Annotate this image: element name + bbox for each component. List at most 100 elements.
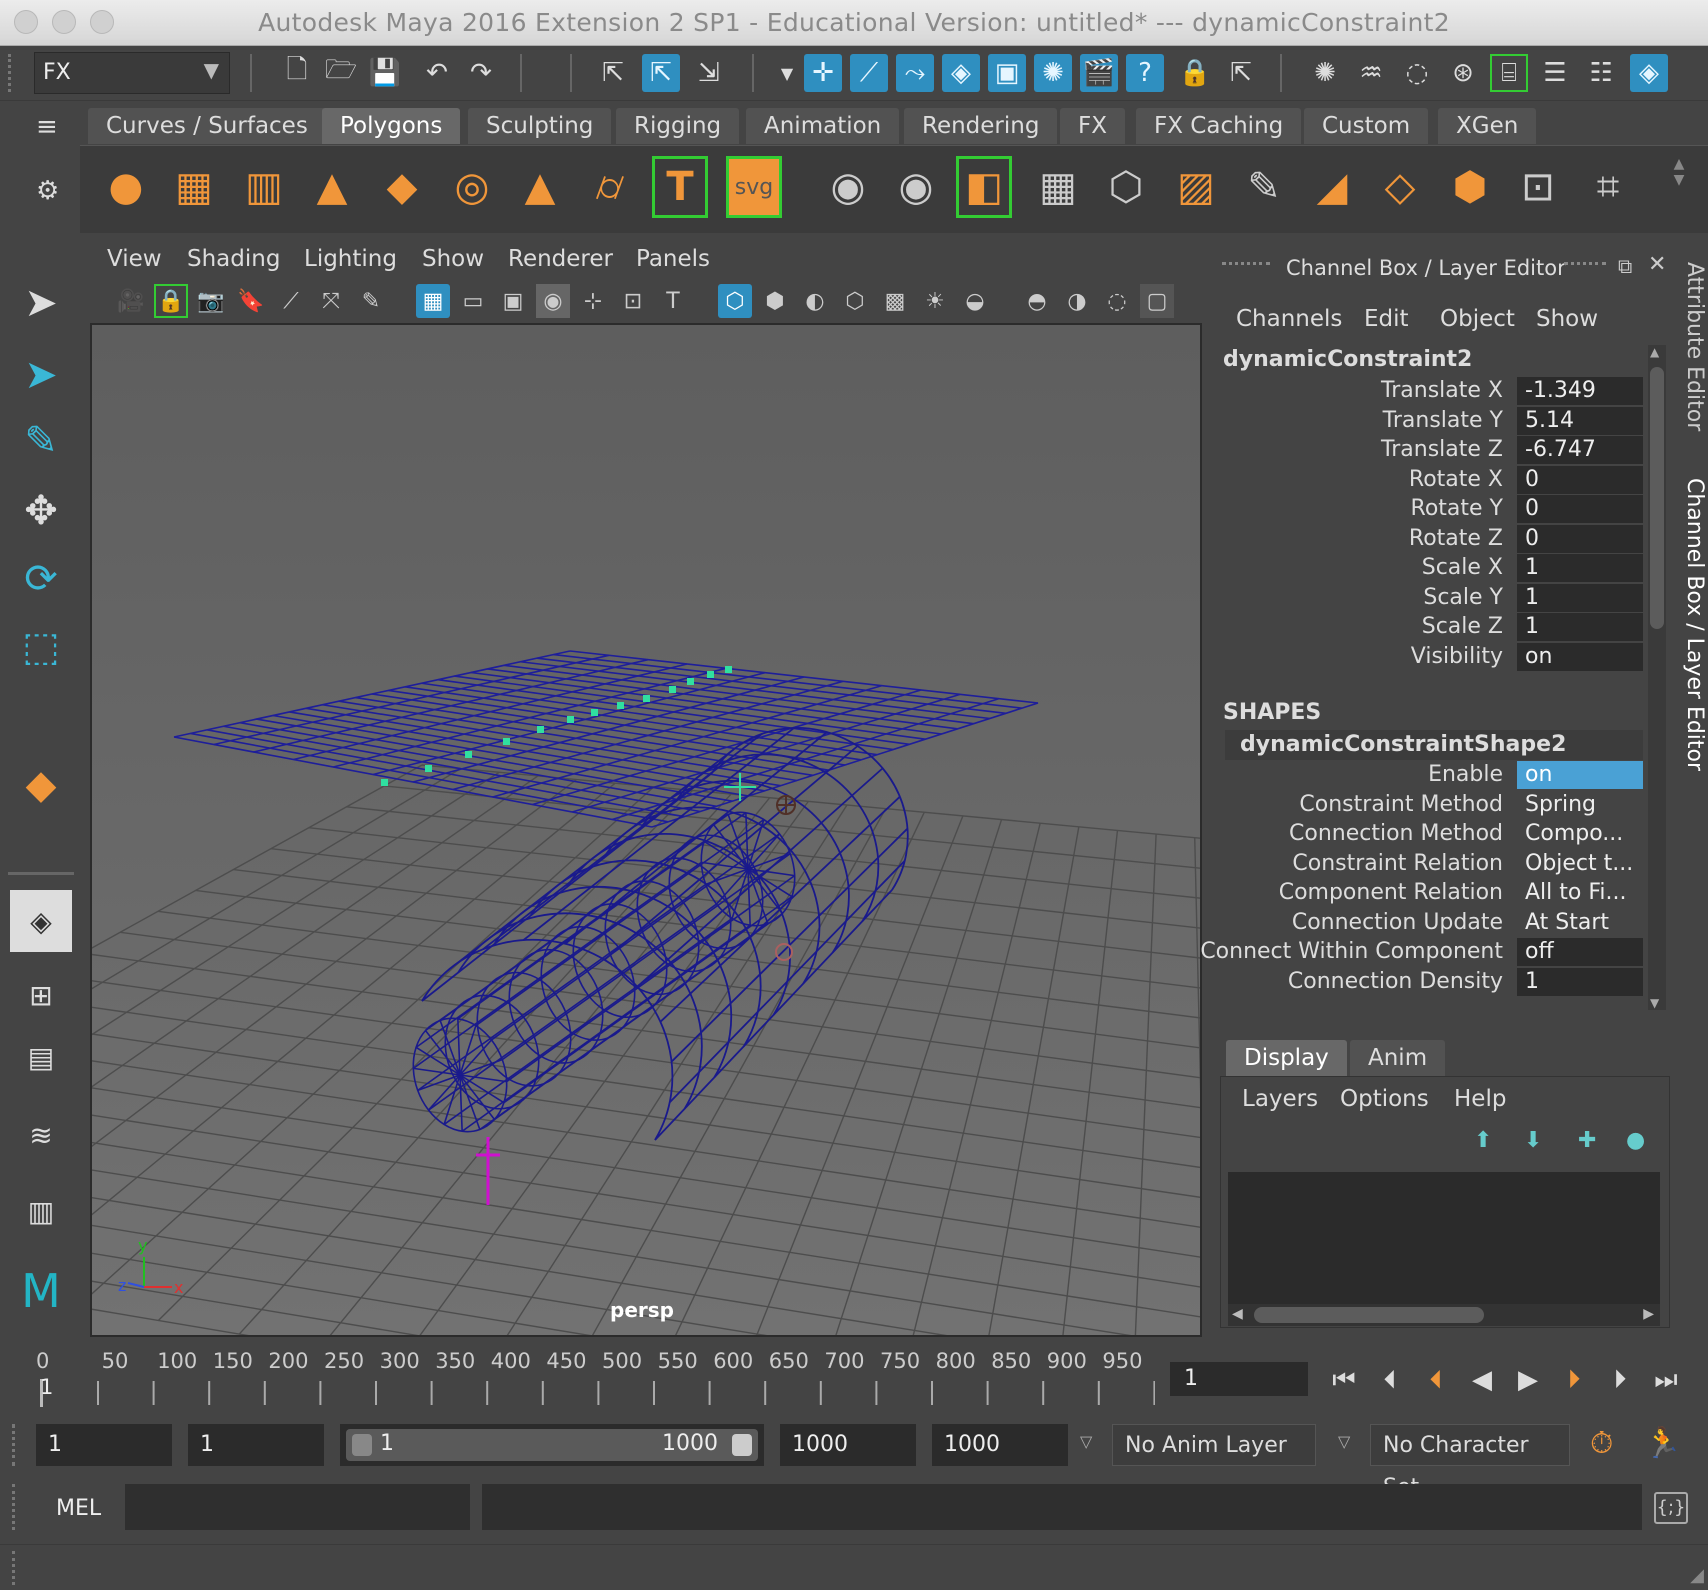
grid-icon[interactable]: ▦ <box>416 284 450 318</box>
poly-pyramid-icon[interactable]: ▲ <box>512 156 568 218</box>
step-forward-key-icon[interactable]: ⏵ <box>1554 1360 1594 1400</box>
redo-icon[interactable]: ↷ <box>462 54 500 92</box>
chevron-down-icon[interactable]: ▼ <box>768 54 806 92</box>
tab-polygons[interactable]: Polygons <box>322 108 461 144</box>
paint-select-tool-icon[interactable]: ✎ <box>10 410 72 472</box>
select-component-icon[interactable]: ⇲ <box>690 54 728 92</box>
chevron-down-icon[interactable]: ▽ <box>1338 1432 1350 1451</box>
tab-sculpting[interactable]: Sculpting <box>468 108 612 144</box>
render-current-frame-icon[interactable]: 🎬 <box>1080 54 1118 92</box>
anti-aliasing-icon[interactable]: ◌ <box>1100 284 1134 318</box>
rotate-tool-icon[interactable]: ⟳ <box>10 548 72 610</box>
float-panel-icon[interactable]: ⧉ <box>1618 254 1632 278</box>
attribute-value[interactable]: 0 <box>1517 465 1643 494</box>
tab-custom[interactable]: Custom <box>1304 108 1429 144</box>
attribute-label[interactable]: Rotate Y <box>1411 496 1503 521</box>
attribute-value[interactable]: 1 <box>1517 554 1643 582</box>
safe-action-icon[interactable]: ⊡ <box>616 284 650 318</box>
tab-anim[interactable]: Anim <box>1350 1040 1446 1076</box>
new-layer-icon[interactable]: ✚ <box>1578 1128 1596 1153</box>
chevron-down-icon[interactable]: ▽ <box>1080 1432 1092 1451</box>
tab-attribute-editor[interactable]: Attribute Editor <box>1682 262 1707 431</box>
animation-end-field[interactable]: 1000 <box>932 1424 1068 1466</box>
film-gate-icon[interactable]: ▭ <box>456 284 490 318</box>
tab-fx[interactable]: FX <box>1060 108 1125 144</box>
attribute-label[interactable]: Scale X <box>1422 555 1503 580</box>
smooth-icon[interactable]: ▦ <box>1030 156 1086 218</box>
shape-attribute-label[interactable]: Constraint Method <box>1299 792 1503 817</box>
shape-attribute-value[interactable]: Object t... <box>1517 850 1643 878</box>
node-name[interactable]: dynamicConstraint2 <box>1223 347 1472 372</box>
menu-lighting[interactable]: Lighting <box>304 246 397 272</box>
grip-handle[interactable] <box>1222 262 1270 268</box>
current-frame-field[interactable]: 1 <box>1170 1362 1308 1396</box>
attribute-value[interactable]: 0 <box>1517 524 1643 553</box>
play-backwards-icon[interactable]: ◀ <box>1462 1360 1502 1400</box>
script-editor-icon[interactable]: {;} <box>1654 1492 1688 1524</box>
create-nparticles-icon[interactable]: ✺ <box>1306 54 1344 92</box>
grip-handle[interactable] <box>12 1424 18 1466</box>
attribute-value[interactable]: 1 <box>1517 583 1643 612</box>
attribute-value[interactable]: -6.747 <box>1517 436 1643 464</box>
attribute-label[interactable]: Translate Y <box>1383 408 1503 433</box>
command-language-toggle[interactable]: MEL <box>56 1496 101 1521</box>
resize-grip-icon[interactable]: ◢ <box>1690 1565 1704 1586</box>
play-forwards-icon[interactable]: ▶ <box>1508 1360 1548 1400</box>
select-object-icon[interactable]: ⇱ <box>642 54 680 92</box>
outliner-layout-icon[interactable]: ▤ <box>10 1026 72 1088</box>
single-perspective-layout-icon[interactable]: ◈ <box>10 890 72 952</box>
attribute-label[interactable]: Scale Y <box>1423 585 1503 610</box>
extrude-icon[interactable]: ⬡ <box>1098 156 1154 218</box>
shape-node-name[interactable]: dynamicConstraintShape2 <box>1225 730 1643 760</box>
command-input[interactable] <box>125 1484 470 1530</box>
grease-pencil-icon[interactable]: ✎ <box>354 284 388 318</box>
use-all-lights-icon[interactable]: ☀ <box>918 284 952 318</box>
menu-object[interactable]: Object <box>1440 306 1515 332</box>
menu-channels[interactable]: Channels <box>1236 306 1342 332</box>
shape-attribute-value[interactable]: 1 <box>1517 967 1643 996</box>
bridge-icon[interactable]: ▨ <box>1168 156 1224 218</box>
textured-icon[interactable]: ▩ <box>878 284 912 318</box>
safe-title-icon[interactable]: T <box>656 284 690 318</box>
layer-list-hscrollbar[interactable]: ◀ ▶ <box>1228 1304 1660 1326</box>
snap-grid-icon[interactable]: ✛ <box>804 54 842 92</box>
planar-mapping-icon[interactable]: ⌗ <box>1580 156 1636 218</box>
shape-attribute-value[interactable]: At Start <box>1517 909 1643 937</box>
grip-handle[interactable] <box>12 1484 18 1530</box>
shape-attribute-label[interactable]: Enable <box>1428 762 1503 787</box>
move-layer-down-icon[interactable]: ⬇ <box>1524 1128 1542 1153</box>
step-back-key-icon[interactable]: ⏴ <box>1416 1360 1456 1400</box>
attribute-label[interactable]: Translate Z <box>1381 437 1503 462</box>
fields-icon[interactable]: ⊛ <box>1444 54 1482 92</box>
field-chart-icon[interactable]: ⊹ <box>576 284 610 318</box>
new-scene-icon[interactable]: 🗋 <box>278 54 316 92</box>
shape-attribute-value[interactable]: Spring <box>1517 791 1643 819</box>
mirror-icon[interactable]: ◧ <box>956 156 1012 218</box>
use-default-material-icon[interactable]: ◐ <box>798 284 832 318</box>
poly-pipe-icon[interactable]: ⌭ <box>582 156 638 218</box>
menu-renderer[interactable]: Renderer <box>508 246 613 272</box>
playback-start-field[interactable]: 1 <box>188 1424 324 1466</box>
scale-tool-icon[interactable]: ⬚ <box>10 616 72 678</box>
ncloth-icon[interactable]: ♒ <box>1352 54 1390 92</box>
menuset-dropdown[interactable]: FX ▼ <box>34 52 230 94</box>
poly-cube-icon[interactable]: ▦ <box>166 156 222 218</box>
tab-display[interactable]: Display <box>1226 1040 1347 1076</box>
shelf-scroll-icon[interactable]: ▲ ▼ <box>1670 156 1688 216</box>
attribute-label[interactable]: Rotate Z <box>1409 526 1503 551</box>
svg-icon[interactable]: svg <box>726 156 782 218</box>
camera-lock-icon[interactable]: 🔒 <box>154 284 188 318</box>
shape-attribute-value[interactable]: All to Fi... <box>1517 879 1643 907</box>
insert-edge-loop-icon[interactable]: ◇ <box>1372 156 1428 218</box>
select-tool-icon[interactable]: ➤ <box>10 272 72 334</box>
shelf-settings-icon[interactable]: ⚙ <box>36 176 59 206</box>
shape-attribute-label[interactable]: Connection Density <box>1288 969 1503 994</box>
grip-handle[interactable] <box>8 54 18 92</box>
poly-type-icon[interactable]: T <box>652 156 708 218</box>
snap-curve-icon[interactable]: ⟋ <box>850 54 888 92</box>
step-forward-frame-icon[interactable]: ⏵ <box>1600 1360 1640 1400</box>
close-icon[interactable]: ✕ <box>1648 252 1666 277</box>
attribute-value[interactable]: 1 <box>1517 613 1643 641</box>
shape-attribute-label[interactable]: Connection Update <box>1292 910 1503 935</box>
menu-view[interactable]: View <box>107 246 162 272</box>
